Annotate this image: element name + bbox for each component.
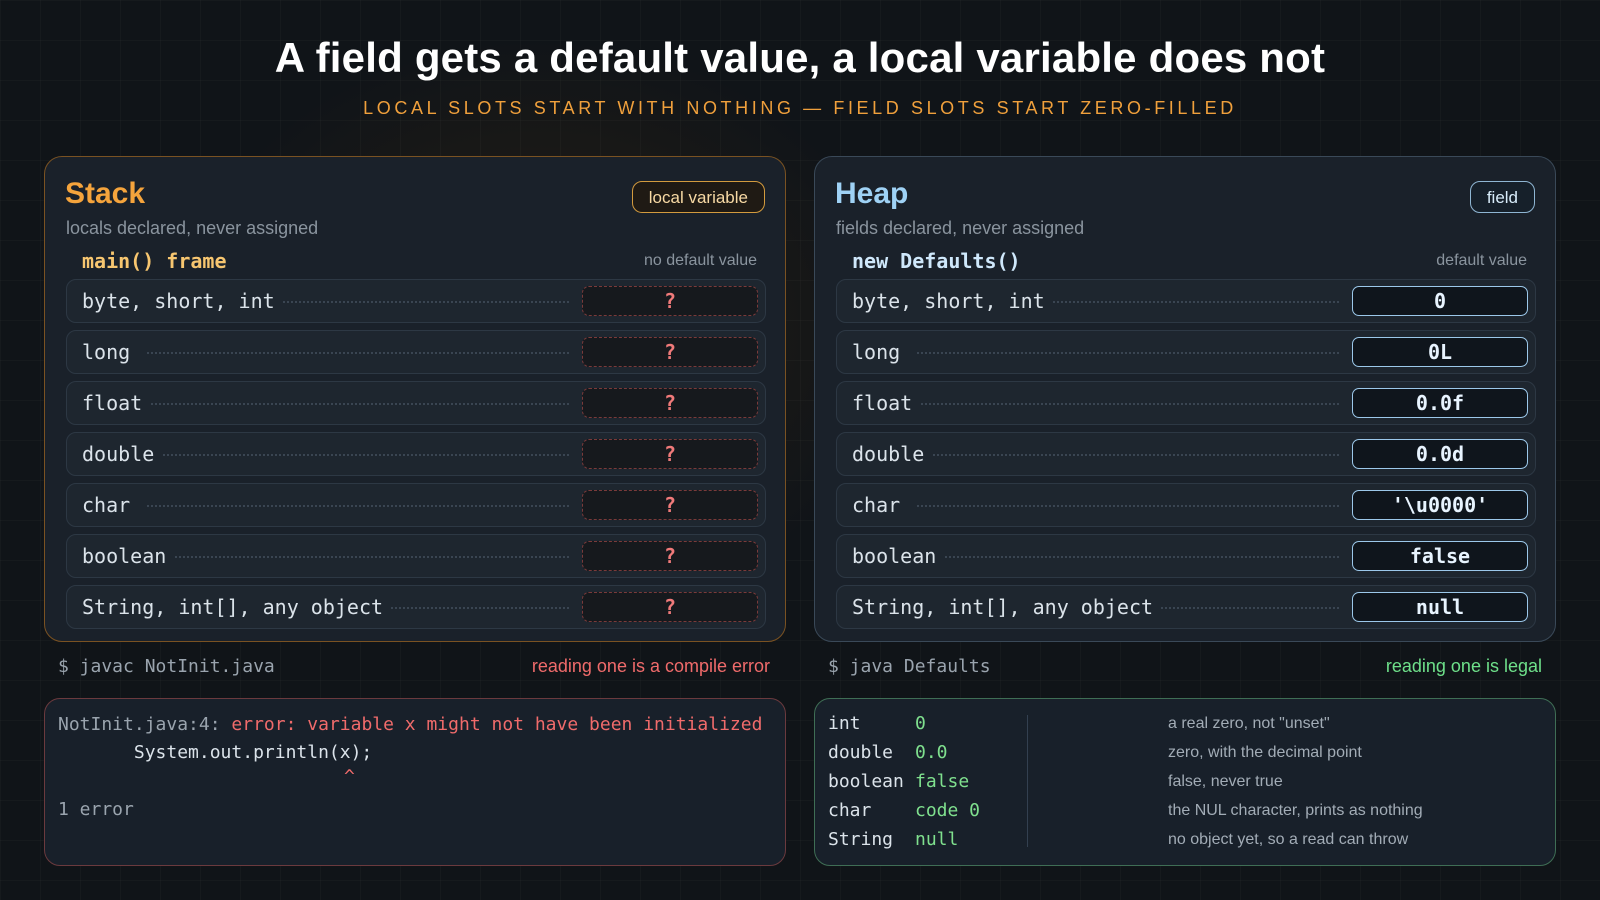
leader-dots bbox=[917, 454, 1339, 456]
page-subtitle: LOCAL SLOTS START WITH NOTHING — FIELD S… bbox=[363, 98, 1237, 118]
compile-error-verdict: reading one is a compile error bbox=[531, 656, 770, 676]
heap-frame-label: new Defaults() bbox=[852, 249, 1021, 273]
javac-command: $ javac NotInit.java bbox=[58, 656, 275, 677]
leader-dots bbox=[917, 505, 1339, 507]
stack-row: boolean? bbox=[66, 534, 766, 578]
type-label: long bbox=[82, 331, 139, 373]
type-label: String, int[], any object bbox=[82, 586, 392, 628]
output-type: boolean bbox=[828, 771, 904, 792]
error-caret: ^ bbox=[344, 766, 355, 787]
error-line: NotInit.java:4: error: variable x might … bbox=[58, 714, 762, 735]
output-note: false, never true bbox=[1168, 773, 1283, 790]
page-title: A field gets a default value, a local va… bbox=[274, 34, 1326, 81]
heap-frame-note: default value bbox=[1436, 252, 1527, 269]
uninitialized-value: ? bbox=[582, 592, 758, 622]
heap-subtitle: fields declared, never assigned bbox=[836, 218, 1085, 238]
uninitialized-value: ? bbox=[582, 490, 758, 520]
output-note: no object yet, so a read can throw bbox=[1168, 831, 1409, 848]
heap-row: float 0.0f bbox=[836, 381, 1536, 425]
type-label: long bbox=[852, 331, 909, 373]
stack-rows: byte, short, int? long? float? double? c… bbox=[66, 279, 766, 636]
uninitialized-value: ? bbox=[582, 286, 758, 316]
output-value: code 0 bbox=[915, 800, 981, 821]
leader-dots bbox=[917, 556, 1339, 558]
type-label: float bbox=[852, 382, 921, 424]
heap-row: char '\u0000' bbox=[836, 483, 1536, 527]
output-type: String bbox=[828, 829, 894, 850]
output-note: a real zero, not "unset" bbox=[1168, 715, 1330, 732]
leader-dots bbox=[147, 352, 569, 354]
run-output-terminal: int 0 a real zero, not "unset" double 0.0 ze… bbox=[814, 698, 1556, 866]
default-value: 0L bbox=[1352, 337, 1528, 367]
leader-dots bbox=[147, 454, 569, 456]
heap-title: Heap bbox=[835, 177, 909, 210]
error-location: NotInit.java:4: bbox=[58, 714, 221, 735]
leader-dots bbox=[917, 403, 1339, 405]
error-summary: 1 error bbox=[58, 799, 134, 820]
default-value: '\u0000' bbox=[1352, 490, 1528, 520]
uninitialized-value: ? bbox=[582, 541, 758, 571]
output-value: null bbox=[915, 829, 959, 850]
default-value: null bbox=[1352, 592, 1528, 622]
stack-row: String, int[], any object? bbox=[66, 585, 766, 629]
heap-row: double 0.0d bbox=[836, 432, 1536, 476]
output-note: the NUL character, prints as nothing bbox=[1168, 802, 1423, 819]
output-type: char bbox=[828, 800, 872, 821]
type-label: float bbox=[82, 382, 151, 424]
uninitialized-value: ? bbox=[582, 439, 758, 469]
heap-row: String, int[], any object null bbox=[836, 585, 1536, 629]
default-value: false bbox=[1352, 541, 1528, 571]
default-value: 0 bbox=[1352, 286, 1528, 316]
stack-row: char? bbox=[66, 483, 766, 527]
source-line: System.out.println(x); bbox=[58, 742, 373, 763]
compile-output-terminal: NotInit.java:4: error: variable x might … bbox=[44, 698, 786, 866]
stack-frame-label: main() frame bbox=[82, 249, 227, 273]
output-divider bbox=[1027, 715, 1028, 847]
heap-row: long 0L bbox=[836, 330, 1536, 374]
leader-dots bbox=[147, 556, 569, 558]
heap-row: boolean false bbox=[836, 534, 1536, 578]
uninitialized-value: ? bbox=[582, 337, 758, 367]
field-badge: field bbox=[1469, 181, 1535, 213]
output-type: double bbox=[828, 742, 894, 763]
stack-row: long? bbox=[66, 330, 766, 374]
stack-subtitle: locals declared, never assigned bbox=[66, 218, 319, 238]
leader-dots bbox=[147, 505, 569, 507]
type-label: double bbox=[852, 433, 933, 475]
stack-frame-note: no default value bbox=[644, 252, 757, 269]
local-variable-badge: local variable bbox=[631, 181, 765, 213]
output-value: 0 bbox=[915, 713, 926, 734]
legal-read-verdict: reading one is legal bbox=[1385, 656, 1542, 676]
type-label: double bbox=[82, 433, 163, 475]
stack-panel: Stack local variable locals declared, ne… bbox=[44, 156, 786, 642]
uninitialized-value: ? bbox=[582, 388, 758, 418]
leader-dots bbox=[147, 403, 569, 405]
default-value: 0.0f bbox=[1352, 388, 1528, 418]
stack-row: double? bbox=[66, 432, 766, 476]
output-value: false bbox=[915, 771, 970, 792]
type-label: boolean bbox=[82, 535, 175, 577]
type-label: char bbox=[82, 484, 139, 526]
stack-title: Stack bbox=[65, 177, 146, 210]
heap-panel: Heap field fields declared, never assign… bbox=[814, 156, 1556, 642]
type-label: char bbox=[852, 484, 909, 526]
heap-rows: byte, short, int 0 long 0L float 0.0f doubl… bbox=[836, 279, 1536, 636]
default-value: 0.0d bbox=[1352, 439, 1528, 469]
type-label: boolean bbox=[852, 535, 945, 577]
leader-dots bbox=[917, 352, 1339, 354]
type-label: byte, short, int bbox=[852, 280, 1053, 322]
type-label: String, int[], any object bbox=[852, 586, 1162, 628]
stack-row: byte, short, int? bbox=[66, 279, 766, 323]
output-type: int bbox=[828, 713, 861, 734]
output-value: 0.0 bbox=[915, 742, 948, 763]
error-message: error: variable x might not have been in… bbox=[231, 714, 763, 735]
stack-row: float? bbox=[66, 381, 766, 425]
java-command: $ java Defaults bbox=[828, 656, 991, 677]
output-note: zero, with the decimal point bbox=[1168, 744, 1362, 761]
heap-row: byte, short, int 0 bbox=[836, 279, 1536, 323]
type-label: byte, short, int bbox=[82, 280, 283, 322]
